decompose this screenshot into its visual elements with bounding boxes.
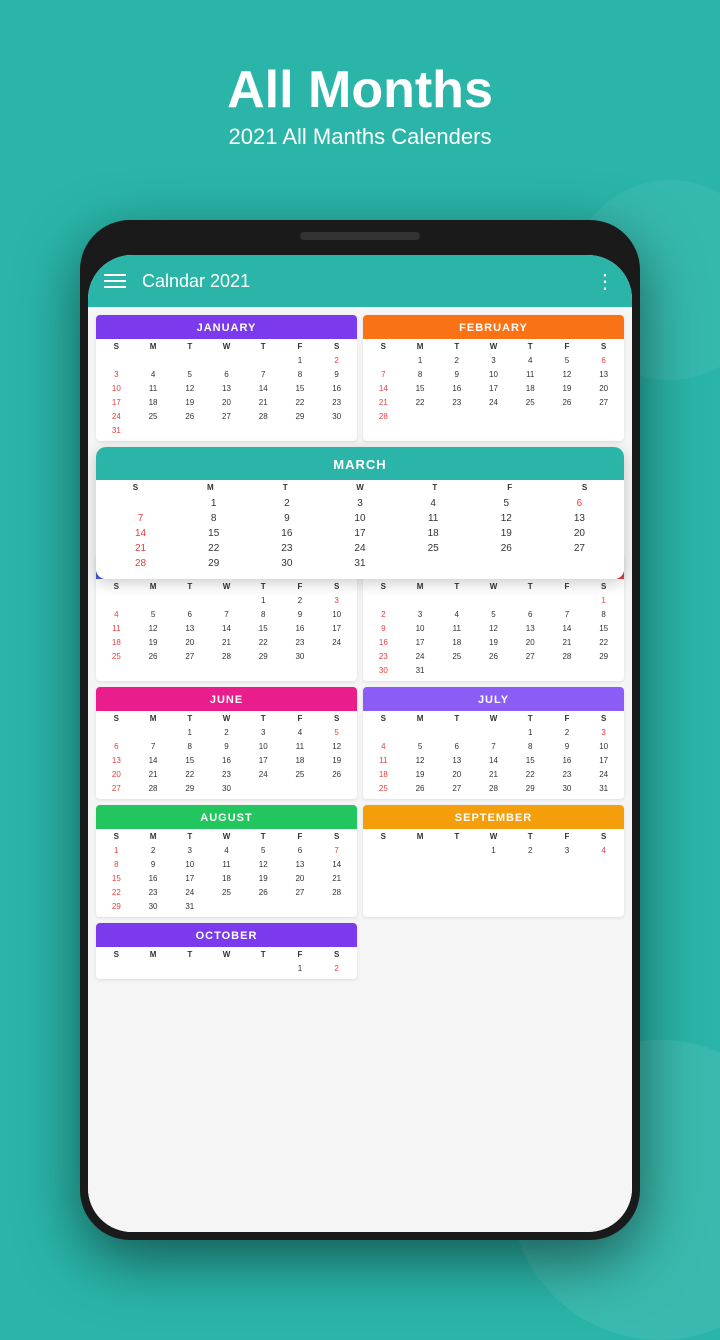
february-days-header: SMTWTFS xyxy=(363,339,624,353)
march-header: MARCH xyxy=(96,447,624,480)
calendar-october: OCTOBER SMTWTFS 12 xyxy=(96,923,357,979)
phone-notch xyxy=(300,232,420,240)
page-title: All Months xyxy=(0,60,720,120)
january-header: JANUARY xyxy=(96,315,357,339)
september-header: SEPTEMBER xyxy=(363,805,624,829)
july-header: JULY xyxy=(363,687,624,711)
calendar-march: MARCH SMTWTFS 123456 78910111213 1415161… xyxy=(96,447,624,579)
january-body: 12 3456789 10111213141516 17181920212223… xyxy=(96,353,357,441)
february-header: FEBRUARY xyxy=(363,315,624,339)
april-days-header: SMTWTFS xyxy=(96,579,357,593)
app-bar: Calndar 2021 ⋮ xyxy=(88,255,632,307)
july-body: 123 45678910 11121314151617 181920212223… xyxy=(363,725,624,799)
more-options-icon[interactable]: ⋮ xyxy=(595,269,616,294)
august-body: 1234567 891011121314 15161718192021 2223… xyxy=(96,843,357,917)
calendar-june: JUNE SMTWTFS 12345 6789101112 1314151617… xyxy=(96,687,357,799)
march-body: 123456 78910111213 14151617181920 212223… xyxy=(96,494,624,579)
calendar-august: AUGUST SMTWTFS 1234567 891011121314 1516… xyxy=(96,805,357,917)
june-header: JUNE xyxy=(96,687,357,711)
phone-screen: Calndar 2021 ⋮ JANUARY SMTWTFS 12 345678… xyxy=(88,255,632,1232)
august-header: AUGUST xyxy=(96,805,357,829)
september-days-header: SMTWTFS xyxy=(363,829,624,843)
scroll-content[interactable]: JANUARY SMTWTFS 12 3456789 1011121314151… xyxy=(88,307,632,1232)
page-subtitle: 2021 All Manths Calenders xyxy=(0,124,720,150)
august-days-header: SMTWTFS xyxy=(96,829,357,843)
app-bar-title: Calndar 2021 xyxy=(142,271,595,292)
october-header: OCTOBER xyxy=(96,923,357,947)
calendar-february: FEBRUARY SMTWTFS 123456 78910111213 1415… xyxy=(363,315,624,441)
calendar-september: SEPTEMBER SMTWTFS 1234 xyxy=(363,805,624,917)
calendar-january: JANUARY SMTWTFS 12 3456789 1011121314151… xyxy=(96,315,357,441)
july-days-header: SMTWTFS xyxy=(363,711,624,725)
january-days-header: SMTWTFS xyxy=(96,339,357,353)
may-body: 1 2345678 9101112131415 16171819202122 2… xyxy=(363,593,624,681)
may-days-header: SMTWTFS xyxy=(363,579,624,593)
page-header: All Months 2021 All Manths Calenders xyxy=(0,60,720,150)
calendar-july: JULY SMTWTFS 123 45678910 11121314151617… xyxy=(363,687,624,799)
june-body: 12345 6789101112 13141516171819 20212223… xyxy=(96,725,357,799)
march-days-header: SMTWTFS xyxy=(96,480,624,494)
june-days-header: SMTWTFS xyxy=(96,711,357,725)
october-days-header: SMTWTFS xyxy=(96,947,357,961)
october-body: 12 xyxy=(96,961,357,979)
april-body: 123 45678910 11121314151617 181920212223… xyxy=(96,593,357,667)
february-body: 123456 78910111213 14151617181920 212223… xyxy=(363,353,624,441)
calendar-grid: JANUARY SMTWTFS 12 3456789 1011121314151… xyxy=(96,315,624,979)
september-body: 1234 xyxy=(363,843,624,861)
phone-frame: Calndar 2021 ⋮ JANUARY SMTWTFS 12 345678… xyxy=(80,220,640,1240)
hamburger-icon[interactable] xyxy=(104,274,126,288)
